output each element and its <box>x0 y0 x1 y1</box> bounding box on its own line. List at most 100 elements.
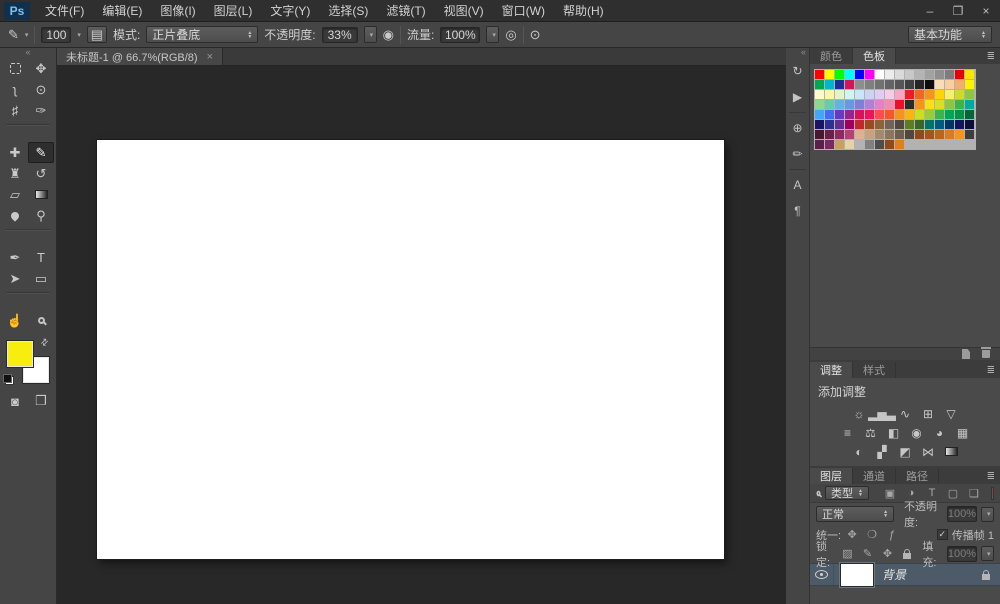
posterize-button[interactable]: ▞ <box>873 444 891 459</box>
swatch[interactable] <box>825 130 834 139</box>
swatch[interactable] <box>845 90 854 99</box>
swatch[interactable] <box>965 120 974 129</box>
swatch[interactable] <box>835 90 844 99</box>
restore-button[interactable]: ❐ <box>944 1 972 21</box>
swatch[interactable] <box>825 80 834 89</box>
minimize-button[interactable]: – <box>916 1 944 21</box>
swatch[interactable] <box>855 140 864 149</box>
swatch[interactable] <box>855 70 864 79</box>
lock-all-button[interactable] <box>900 548 914 559</box>
swatch[interactable] <box>915 80 924 89</box>
menu-item-help[interactable]: 帮助(H) <box>554 0 613 22</box>
gradient-tool[interactable] <box>28 184 54 205</box>
swatch[interactable] <box>865 140 874 149</box>
swatch[interactable] <box>845 100 854 109</box>
swatch[interactable] <box>955 120 964 129</box>
layer-opacity-field[interactable]: 100% <box>946 506 977 522</box>
swatch[interactable] <box>945 80 954 89</box>
fill-dropdown[interactable]: ▾ <box>980 546 994 561</box>
swatch[interactable] <box>835 120 844 129</box>
swatch[interactable] <box>915 70 924 79</box>
lasso-tool[interactable]: ʅ <box>2 79 28 100</box>
swatch[interactable] <box>895 70 904 79</box>
dodge-tool[interactable]: ⚲ <box>28 205 54 226</box>
swatch[interactable] <box>935 100 944 109</box>
exposure-button[interactable]: ⊞ <box>919 406 937 421</box>
eraser-tool[interactable]: ▱ <box>2 184 28 205</box>
swatch[interactable] <box>885 100 894 109</box>
actions-panel-button[interactable]: ▶ <box>786 84 809 110</box>
swatch[interactable] <box>965 90 974 99</box>
menu-item-file[interactable]: 文件(F) <box>36 0 93 22</box>
visibility-cell[interactable] <box>810 564 834 585</box>
workspace-select[interactable]: 基本功能 ▲ ▼ <box>908 26 992 43</box>
swatch[interactable] <box>865 120 874 129</box>
swatch[interactable] <box>925 110 934 119</box>
screen-mode-button[interactable]: ❐ <box>28 391 54 411</box>
move-tool[interactable]: ✥ <box>28 58 54 79</box>
layer-opacity-dropdown[interactable]: ▾ <box>981 506 994 522</box>
swatch[interactable] <box>835 130 844 139</box>
swatch[interactable] <box>855 80 864 89</box>
swatch[interactable] <box>875 70 884 79</box>
menu-item-edit[interactable]: 编辑(E) <box>93 0 151 22</box>
swatch[interactable] <box>825 70 834 79</box>
swatch[interactable] <box>865 110 874 119</box>
flow-dropdown-button[interactable]: ▾ <box>486 26 500 43</box>
swatch[interactable] <box>885 90 894 99</box>
flow-field[interactable]: 100% <box>440 26 481 43</box>
pressure-opacity-icon[interactable]: ◉ <box>383 27 394 43</box>
swatch[interactable] <box>885 120 894 129</box>
pen-tool[interactable]: ✒ <box>2 247 28 268</box>
clone-source-panel-button[interactable]: ⊕ <box>786 115 809 141</box>
swatch[interactable] <box>895 80 904 89</box>
photo-filter-button[interactable]: ◉ <box>908 425 926 440</box>
unify-position-button[interactable]: ✥ <box>845 528 859 541</box>
swatch[interactable] <box>965 130 974 139</box>
brush-preset-icon[interactable]: ✎ <box>8 27 19 43</box>
default-colors-icon[interactable] <box>3 374 14 385</box>
brightness-contrast-button[interactable]: ☼ <box>850 406 868 421</box>
crop-tool[interactable]: ♯ <box>2 100 28 121</box>
swatch[interactable] <box>905 70 914 79</box>
swatch[interactable] <box>875 120 884 129</box>
swatch[interactable] <box>865 70 874 79</box>
swatch[interactable] <box>835 140 844 149</box>
swatch[interactable] <box>815 70 824 79</box>
menu-item-filter[interactable]: 滤镜(T) <box>377 0 434 22</box>
adjustments-panel-menu-icon[interactable]: ≣ <box>982 362 1000 378</box>
swatches-panel-menu-icon[interactable]: ≣ <box>982 48 1000 64</box>
tab-adjustments-adjustments[interactable]: 调整 <box>810 362 853 378</box>
type-tool[interactable]: T <box>28 247 54 268</box>
swatch[interactable] <box>935 70 944 79</box>
swatch[interactable] <box>835 80 844 89</box>
swatch[interactable] <box>875 100 884 109</box>
swatch[interactable] <box>915 100 924 109</box>
color-balance-button[interactable]: ⚖ <box>862 425 880 440</box>
swatch[interactable] <box>815 90 824 99</box>
selective-color-button[interactable]: ⋈ <box>919 444 937 459</box>
menu-item-layer[interactable]: 图层(L) <box>205 0 262 22</box>
layers-panel-menu-icon[interactable]: ≣ <box>982 468 1000 484</box>
brush-presets-panel-button[interactable]: ✏ <box>786 141 809 167</box>
levels-button[interactable]: ▂▅▃ <box>868 406 896 421</box>
swatch[interactable] <box>875 110 884 119</box>
swatch[interactable] <box>935 110 944 119</box>
tab-swatches-color[interactable]: 颜色 <box>810 48 853 64</box>
lock-position-button[interactable]: ✥ <box>880 547 894 560</box>
vibrance-button[interactable]: ▽ <box>942 406 960 421</box>
hue-saturation-button[interactable]: ≡ <box>839 425 857 440</box>
zoom-tool[interactable] <box>28 310 54 331</box>
swatch[interactable] <box>895 140 904 149</box>
quick-selection-tool[interactable]: ⊙ <box>28 79 54 100</box>
swatch[interactable] <box>965 110 974 119</box>
swatch[interactable] <box>815 140 824 149</box>
swatch[interactable] <box>925 130 934 139</box>
unify-style-button[interactable]: ƒ <box>885 528 899 541</box>
swatch[interactable] <box>895 120 904 129</box>
swatch[interactable] <box>955 100 964 109</box>
canvas[interactable] <box>97 140 724 559</box>
path-selection-tool[interactable]: ➤ <box>2 268 28 289</box>
filter-toggle[interactable] <box>990 486 994 500</box>
swatch[interactable] <box>885 130 894 139</box>
